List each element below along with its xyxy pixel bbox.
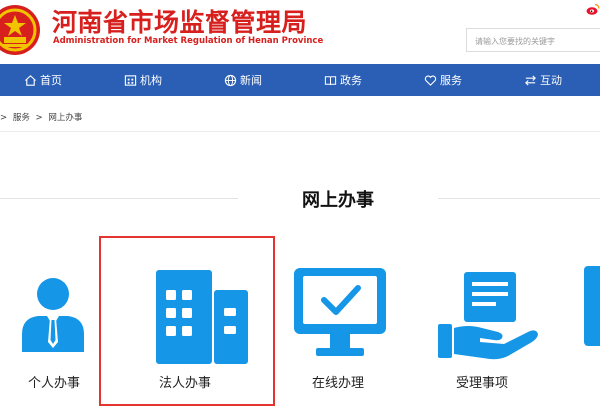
home-icon <box>25 74 36 86</box>
breadcrumb-link-service[interactable]: 服务 <box>13 113 30 123</box>
nav-item-org[interactable]: 机构 <box>124 64 162 96</box>
breadcrumb-separator: > <box>35 113 43 123</box>
nav-label-news: 新闻 <box>240 74 262 87</box>
nav-item-interact[interactable]: 互动 <box>524 64 562 96</box>
main-nav: 首页 机构 新闻 政务 服务 互动 <box>0 64 600 96</box>
book-icon <box>324 75 337 85</box>
selection-highlight <box>99 236 275 406</box>
nav-label-gov: 政务 <box>340 74 362 87</box>
monitor-check-icon <box>294 268 386 356</box>
divider <box>0 131 600 132</box>
weibo-icon[interactable] <box>586 2 600 16</box>
person-icon <box>22 278 84 352</box>
site-title[interactable]: 河南省市场监督管理局 <box>52 3 307 39</box>
section-title: 网上办事 <box>302 190 374 211</box>
nav-item-service[interactable]: 服务 <box>424 64 462 96</box>
national-emblem-icon <box>0 5 40 55</box>
service-label: 受理事项 <box>456 376 509 391</box>
breadcrumb-current: 网上办事 <box>48 113 83 123</box>
nav-label-service: 服务 <box>440 74 462 87</box>
hand-document-icon <box>438 272 538 360</box>
breadcrumb: > 服务 > 网上办事 <box>0 111 85 123</box>
site-subtitle: Administration for Market Regulation of … <box>53 36 324 46</box>
nav-label-home: 首页 <box>40 74 62 87</box>
building-icon <box>124 74 137 86</box>
nav-label-org: 机构 <box>140 74 162 87</box>
service-label: 在线办理 <box>312 376 365 391</box>
partial-tile-icon <box>584 266 600 346</box>
nav-item-home[interactable]: 首页 <box>24 64 62 96</box>
section-divider-left <box>0 198 238 199</box>
nav-item-news[interactable]: 新闻 <box>224 64 262 96</box>
section-divider-right <box>438 198 600 199</box>
heart-icon <box>424 74 437 86</box>
search-input[interactable] <box>467 30 600 53</box>
nav-label-interact: 互动 <box>540 74 562 87</box>
globe-icon <box>224 74 237 86</box>
site-header: 河南省市场监督管理局 Administration for Market Reg… <box>0 0 600 64</box>
breadcrumb-separator: > <box>0 113 8 123</box>
nav-item-gov[interactable]: 政务 <box>324 64 362 96</box>
search-box <box>466 28 600 53</box>
exchange-icon <box>525 74 536 86</box>
service-label: 个人办事 <box>28 376 81 391</box>
